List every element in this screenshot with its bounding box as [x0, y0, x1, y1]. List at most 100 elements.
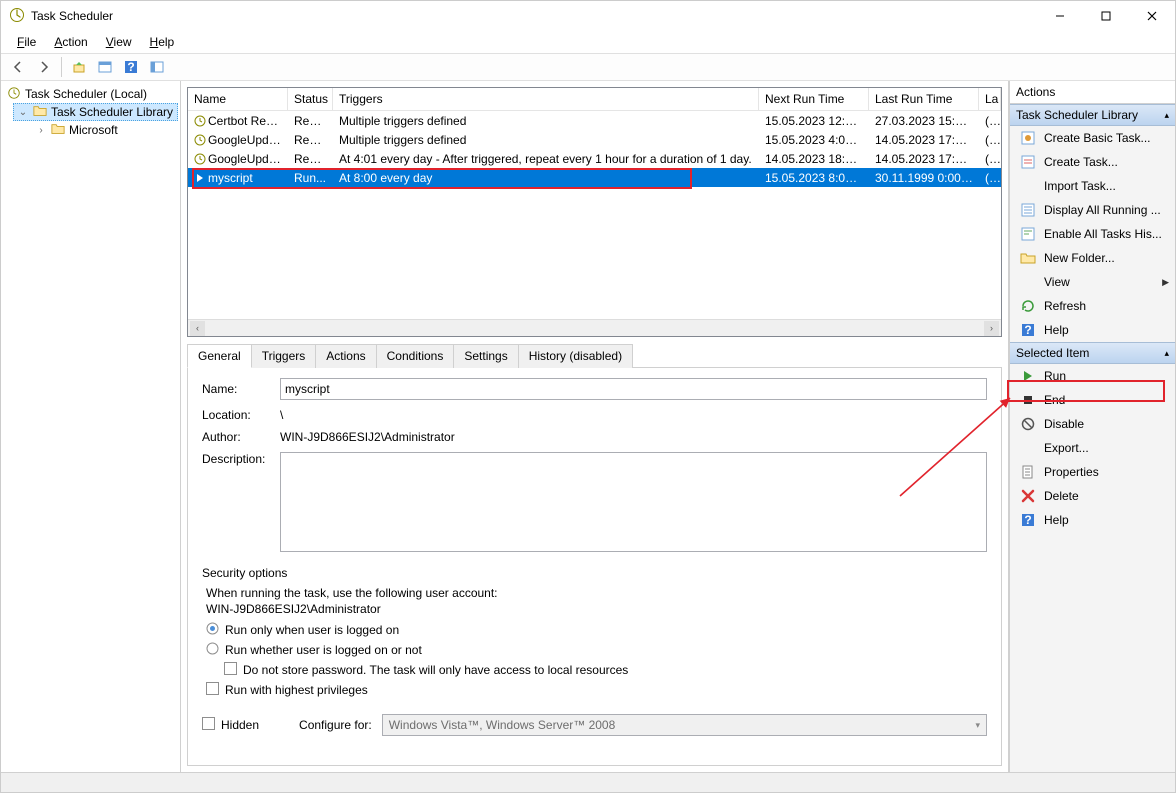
task-row[interactable]: GoogleUpda... Ready At 4:01 every day - …	[188, 149, 1001, 168]
menu-action[interactable]: Action	[46, 33, 95, 51]
menu-file[interactable]: File	[9, 33, 44, 51]
action-enable-history[interactable]: Enable All Tasks His...	[1010, 222, 1175, 246]
history-icon	[1020, 226, 1036, 242]
tab-actions[interactable]: Actions	[315, 344, 376, 368]
action-disable[interactable]: Disable	[1010, 412, 1175, 436]
task-row-selected[interactable]: myscript Run... At 8:00 every day 15.05.…	[188, 168, 1001, 187]
collapse-icon: ▴	[1164, 348, 1169, 359]
action-new-folder[interactable]: New Folder...	[1010, 246, 1175, 270]
task-details: General Triggers Actions Conditions Sett…	[187, 343, 1002, 766]
refresh-icon	[1020, 298, 1036, 314]
configure-for-select[interactable]: Windows Vista™, Windows Server™ 2008 ▾	[382, 714, 987, 736]
action-export[interactable]: Export...	[1010, 436, 1175, 460]
action-display-running[interactable]: Display All Running ...	[1010, 198, 1175, 222]
menu-view[interactable]: View	[98, 33, 140, 51]
action-properties[interactable]: Properties	[1010, 460, 1175, 484]
radio-icon	[206, 622, 219, 638]
svg-text:?: ?	[1024, 513, 1031, 527]
name-label: Name:	[202, 382, 272, 396]
folder-icon	[1020, 250, 1036, 266]
clock-icon	[194, 134, 206, 146]
import-icon	[1020, 178, 1036, 194]
help-icon: ?	[1020, 322, 1036, 338]
radio-whether-logged[interactable]: Run whether user is logged on or not	[225, 643, 422, 657]
svg-text:?: ?	[127, 60, 134, 74]
toolbar: ?	[1, 53, 1175, 81]
menu-help[interactable]: Help	[142, 33, 183, 51]
action-view[interactable]: View▶	[1010, 270, 1175, 294]
tree-collapse-icon[interactable]: ⌄	[17, 107, 29, 118]
actions-group-selected[interactable]: Selected Item ▴	[1010, 342, 1175, 364]
clock-icon	[7, 86, 21, 103]
help-toolbar-button[interactable]: ?	[120, 56, 142, 78]
task-row[interactable]: Certbot Ren... Ready Multiple triggers d…	[188, 111, 1001, 130]
chk-highest-privileges[interactable]: Run with highest privileges	[225, 683, 368, 697]
folder-icon	[51, 122, 65, 139]
scroll-right-button[interactable]: ›	[984, 321, 999, 336]
scroll-left-button[interactable]: ‹	[190, 321, 205, 336]
back-button[interactable]	[7, 56, 29, 78]
tree-microsoft-label: Microsoft	[69, 123, 118, 137]
window-title: Task Scheduler	[31, 9, 113, 23]
wizard-icon	[1020, 130, 1036, 146]
checkbox-icon	[206, 682, 219, 698]
task-row[interactable]: GoogleUpda... Ready Multiple triggers de…	[188, 130, 1001, 149]
description-label: Description:	[202, 452, 272, 466]
maximize-button[interactable]	[1083, 1, 1129, 31]
tab-conditions[interactable]: Conditions	[376, 344, 455, 368]
panel-toggle-1[interactable]	[94, 56, 116, 78]
tree-root-label: Task Scheduler (Local)	[25, 87, 147, 101]
actions-pane: Actions Task Scheduler Library ▴ Create …	[1009, 81, 1175, 772]
col-last-result[interactable]: La	[979, 88, 1001, 110]
tree-root[interactable]: Task Scheduler (Local)	[3, 85, 178, 103]
tree-microsoft[interactable]: › Microsoft	[31, 121, 178, 139]
task-icon	[1020, 154, 1036, 170]
up-button[interactable]	[68, 56, 90, 78]
col-status[interactable]: Status	[288, 88, 333, 110]
action-help-2[interactable]: ?Help	[1010, 508, 1175, 532]
col-last-run[interactable]: Last Run Time	[869, 88, 979, 110]
tab-triggers[interactable]: Triggers	[251, 344, 317, 368]
clock-icon	[194, 115, 206, 127]
horizontal-scrollbar[interactable]: ‹ ›	[188, 319, 1001, 336]
col-next-run[interactable]: Next Run Time	[759, 88, 869, 110]
action-help[interactable]: ?Help	[1010, 318, 1175, 342]
action-end[interactable]: End	[1010, 388, 1175, 412]
delete-icon	[1020, 488, 1036, 504]
location-value: \	[280, 408, 987, 422]
chk-no-store-password[interactable]: Do not store password. The task will onl…	[243, 663, 628, 677]
tab-settings[interactable]: Settings	[453, 344, 518, 368]
action-refresh[interactable]: Refresh	[1010, 294, 1175, 318]
name-field[interactable]: myscript	[280, 378, 987, 400]
minimize-button[interactable]	[1037, 1, 1083, 31]
security-line: When running the task, use the following…	[206, 586, 987, 600]
action-create-basic-task[interactable]: Create Basic Task...	[1010, 126, 1175, 150]
col-triggers[interactable]: Triggers	[333, 88, 759, 110]
svg-text:?: ?	[1024, 323, 1031, 337]
chk-hidden[interactable]: Hidden	[221, 718, 259, 732]
action-import-task[interactable]: Import Task...	[1010, 174, 1175, 198]
tree-expand-icon[interactable]: ›	[35, 125, 47, 136]
tab-history[interactable]: History (disabled)	[518, 344, 633, 368]
close-button[interactable]	[1129, 1, 1175, 31]
action-run[interactable]: Run	[1010, 364, 1175, 388]
author-value: WIN-J9D866ESIJ2\Administrator	[280, 430, 987, 444]
actions-group-library[interactable]: Task Scheduler Library ▴	[1010, 104, 1175, 126]
checkbox-icon	[224, 662, 237, 678]
action-create-task[interactable]: Create Task...	[1010, 150, 1175, 174]
tab-general[interactable]: General	[187, 344, 252, 368]
col-name[interactable]: Name	[188, 88, 288, 110]
chevron-down-icon: ▾	[975, 720, 980, 731]
running-icon	[194, 172, 206, 184]
action-delete[interactable]: Delete	[1010, 484, 1175, 508]
menubar: File Action View Help	[1, 31, 1175, 53]
radio-logged-on[interactable]: Run only when user is logged on	[225, 623, 399, 637]
description-field[interactable]	[280, 452, 987, 552]
tree-library[interactable]: ⌄ Task Scheduler Library	[13, 103, 178, 121]
help-icon: ?	[1020, 512, 1036, 528]
task-list-header: Name Status Triggers Next Run Time Last …	[188, 88, 1001, 111]
forward-button[interactable]	[33, 56, 55, 78]
security-account: WIN-J9D866ESIJ2\Administrator	[206, 602, 987, 616]
panel-toggle-2[interactable]	[146, 56, 168, 78]
titlebar: Task Scheduler	[1, 1, 1175, 31]
